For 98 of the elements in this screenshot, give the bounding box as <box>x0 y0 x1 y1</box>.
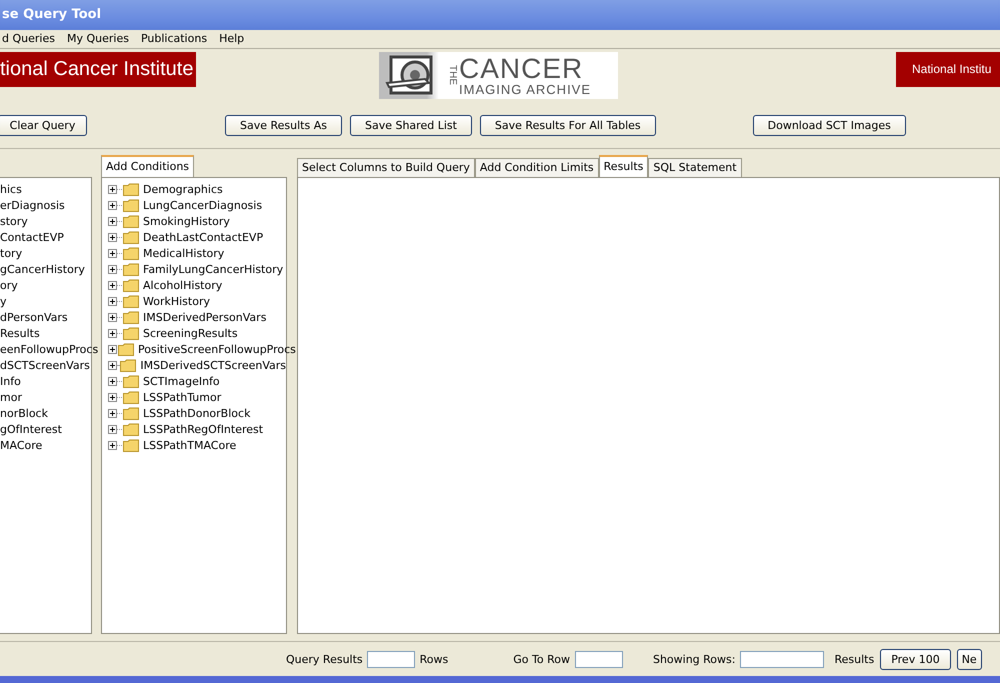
toolbar-button[interactable]: Clear Query <box>0 115 87 136</box>
tree-item[interactable]: dSCTScreenVars <box>0 359 90 372</box>
go-to-row-field[interactable] <box>574 650 623 668</box>
folder-icon <box>123 375 139 388</box>
folder-icon <box>123 183 139 196</box>
panel-tab[interactable]: Select Columns to Build Query <box>297 158 475 177</box>
expand-icon[interactable] <box>108 393 117 402</box>
tree-item[interactable]: SCTImageInfo <box>143 375 220 388</box>
folder-icon <box>123 311 139 324</box>
tree-item[interactable]: LSSPathRegOfInterest <box>143 423 264 436</box>
tree-item[interactable]: Info <box>0 375 21 388</box>
field-label: Results <box>834 652 874 666</box>
expand-icon[interactable] <box>108 185 117 194</box>
tree-item[interactable]: Results <box>0 327 40 340</box>
logo-side-text: THE <box>447 65 457 86</box>
tree-item[interactable]: LSSPathTumor <box>143 391 222 404</box>
field-label: Showing Rows: <box>652 652 736 666</box>
showing-rows-field[interactable] <box>740 650 824 668</box>
institute-banner: National Institu <box>896 52 1000 87</box>
expand-icon[interactable] <box>108 345 117 354</box>
tree-item[interactable]: MedicalHistory <box>143 247 224 260</box>
expand-icon[interactable] <box>108 409 117 418</box>
tree-item[interactable]: DeathLastContactEVP <box>143 231 264 244</box>
field-label: Go To Row <box>513 652 570 666</box>
expand-icon[interactable] <box>108 377 117 386</box>
expand-icon[interactable] <box>108 233 117 242</box>
expand-icon[interactable] <box>108 441 117 450</box>
folder-icon <box>123 263 139 276</box>
query-results-field[interactable] <box>366 650 415 668</box>
tree-item[interactable]: SmokingHistory <box>143 215 230 228</box>
panel-tab[interactable]: SQL Statement <box>648 158 742 177</box>
tree-item[interactable]: Demographics <box>143 183 223 196</box>
expand-icon[interactable] <box>108 329 117 338</box>
folder-icon <box>123 199 139 212</box>
expand-icon[interactable] <box>108 249 117 258</box>
logo-subtitle: IMAGING ARCHIVE <box>459 82 592 96</box>
menu-item[interactable]: Help <box>219 32 244 46</box>
field-label: Query Results <box>286 652 363 666</box>
expand-icon[interactable] <box>108 313 117 322</box>
expand-icon[interactable] <box>108 361 117 370</box>
tree-item[interactable]: ScreeningResults <box>143 327 238 340</box>
expand-icon[interactable] <box>108 217 117 226</box>
tree-item[interactable]: LungCancerDiagnosis <box>143 199 262 212</box>
page-button[interactable]: Prev 100 <box>880 648 951 670</box>
expand-icon[interactable] <box>108 265 117 274</box>
folder-icon <box>123 407 139 420</box>
folder-icon <box>123 279 139 292</box>
tree-item[interactable]: norBlock <box>0 407 48 420</box>
toolbar-button[interactable]: Download SCT Images <box>752 115 906 136</box>
folder-icon <box>118 343 134 356</box>
expand-icon[interactable] <box>108 201 117 210</box>
folder-icon <box>123 247 139 260</box>
toolbar-button[interactable]: Save Results As <box>225 115 342 136</box>
tree-item[interactable]: dPersonVars <box>0 311 68 324</box>
menu-item[interactable]: My Queries <box>66 32 129 46</box>
tree-item[interactable]: erDiagnosis <box>0 199 65 212</box>
tree-item[interactable]: LSSPathDonorBlock <box>143 407 250 420</box>
menu-item[interactable]: Publications <box>140 32 208 46</box>
folder-icon <box>123 215 139 228</box>
expand-icon[interactable] <box>108 425 117 434</box>
tree-item[interactable]: y <box>0 295 7 308</box>
field-label: Rows <box>420 652 448 666</box>
tree-item[interactable]: gOfInterest <box>0 423 62 436</box>
folder-icon <box>123 391 139 404</box>
panel-tab[interactable]: Add Condition Limits <box>474 158 599 177</box>
window-title: se Query Tool <box>1 7 102 22</box>
tree-item[interactable]: IMSDerivedPersonVars <box>143 311 266 324</box>
tree-item[interactable]: eenFollowupProcs <box>0 343 98 356</box>
tree-item[interactable]: ContactEVP <box>0 231 64 244</box>
tree-item[interactable]: mor <box>0 391 22 404</box>
folder-icon <box>123 327 139 340</box>
panel-tab[interactable]: Results <box>598 154 648 177</box>
tree-item[interactable]: tory <box>0 247 22 260</box>
folder-icon <box>120 359 136 372</box>
page-button[interactable]: Ne <box>956 648 982 670</box>
folder-icon <box>123 423 139 436</box>
tree-item[interactable]: ory <box>0 279 18 292</box>
expand-icon[interactable] <box>108 297 117 306</box>
folder-icon <box>123 439 139 452</box>
tree-item[interactable]: IMSDerivedSCTScreenVars <box>140 359 286 372</box>
logo-title: CANCER <box>459 54 584 83</box>
tree-item[interactable]: FamilyLungCancerHistory <box>143 263 284 276</box>
institute-banner: tional Cancer Institute <box>0 52 196 87</box>
folder-icon <box>123 295 139 308</box>
folder-icon <box>123 231 139 244</box>
tree-item[interactable]: AlcoholHistory <box>143 279 222 292</box>
menu-item[interactable]: d Queries <box>2 32 55 46</box>
panel-tab[interactable]: Add Conditions <box>101 154 194 177</box>
tree-item[interactable]: hics <box>0 183 22 196</box>
toolbar-button[interactable]: Save Results For All Tables <box>480 115 656 136</box>
tree-item[interactable]: MACore <box>0 439 42 452</box>
toolbar-button[interactable]: Save Shared List <box>350 115 472 136</box>
tree-item[interactable]: story <box>0 215 28 228</box>
tree-item[interactable]: LSSPathTMACore <box>143 439 236 452</box>
expand-icon[interactable] <box>108 281 117 290</box>
tree-item[interactable]: PositiveScreenFollowupProcs <box>138 343 296 356</box>
tree-item[interactable]: gCancerHistory <box>0 263 85 276</box>
tree-item[interactable]: WorkHistory <box>143 295 210 308</box>
